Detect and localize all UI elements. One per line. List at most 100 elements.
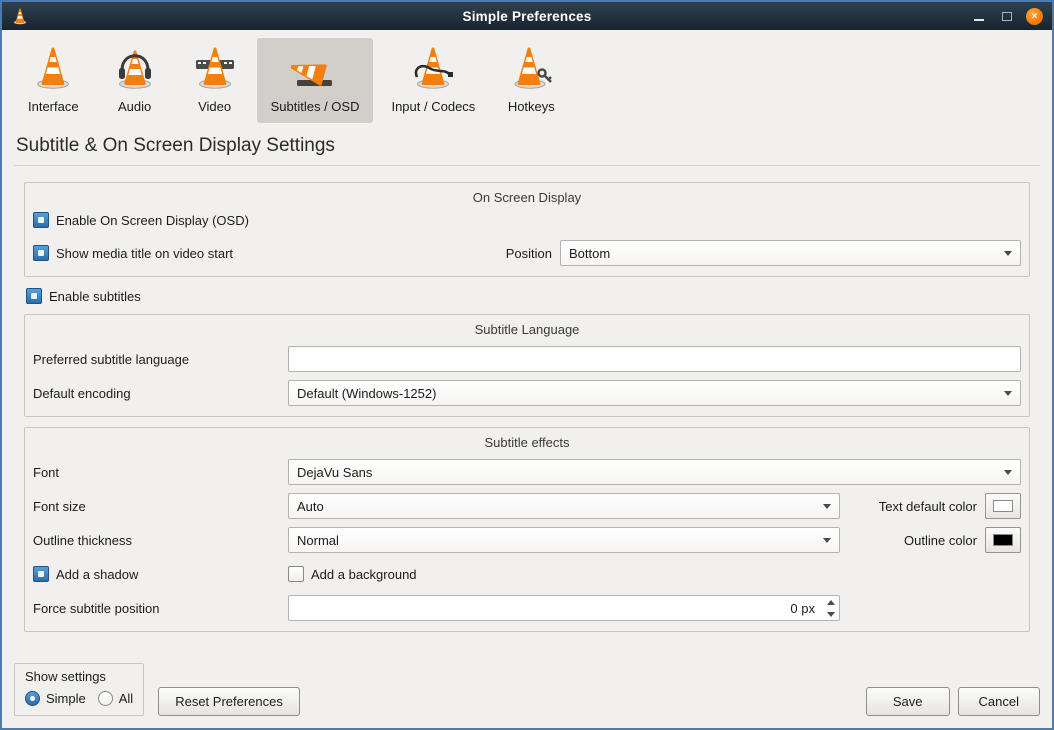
add-background-checkbox[interactable]: Add a background — [288, 566, 417, 582]
enable-subtitles-label: Enable subtitles — [49, 289, 141, 304]
enable-subtitles-checkbox[interactable]: Enable subtitles — [26, 288, 1030, 304]
dialog-buttons: Save Cancel — [866, 687, 1040, 716]
force-position-label: Force subtitle position — [33, 601, 288, 616]
default-encoding-row: Default encoding Default (Windows-1252) — [33, 380, 1021, 406]
font-size-label: Font size — [33, 499, 288, 514]
outline-color-swatch — [993, 534, 1013, 546]
checkbox-indicator — [33, 566, 49, 582]
show-settings-options: Simple All — [25, 691, 133, 706]
preferred-language-input[interactable] — [288, 346, 1021, 372]
toolbar-item-label: Interface — [28, 99, 79, 114]
font-size-row: Font size Auto Text default color — [33, 493, 1021, 519]
default-encoding-select[interactable]: Default (Windows-1252) — [288, 380, 1021, 406]
spin-up-button[interactable] — [822, 596, 839, 608]
toolbar-item-label: Hotkeys — [508, 99, 555, 114]
audio-cone-headphones-icon — [111, 43, 159, 94]
reset-preferences-button[interactable]: Reset Preferences — [158, 687, 300, 716]
osd-group: On Screen Display Enable On Screen Displ… — [24, 182, 1030, 277]
force-position-spinbox[interactable]: 0 px — [288, 595, 840, 621]
radio-indicator — [98, 691, 113, 706]
show-settings-title: Show settings — [25, 669, 133, 684]
checkbox-indicator — [33, 245, 49, 261]
add-background-label: Add a background — [311, 567, 417, 582]
toolbar-item-audio[interactable]: Audio — [97, 38, 173, 123]
footer: Show settings Simple All Reset Preferenc… — [2, 653, 1052, 728]
show-media-title-checkbox[interactable]: Show media title on video start — [33, 245, 233, 261]
input-codecs-cone-cable-icon — [409, 43, 457, 94]
outline-color-button[interactable] — [985, 527, 1021, 553]
show-settings-group: Show settings Simple All — [14, 663, 144, 716]
toolbar-item-subtitles-osd[interactable]: Subtitles / OSD — [257, 38, 374, 123]
chevron-down-icon — [1004, 391, 1012, 396]
toolbar-item-label: Audio — [118, 99, 151, 114]
enable-osd-label: Enable On Screen Display (OSD) — [56, 213, 249, 228]
add-shadow-checkbox[interactable]: Add a shadow — [33, 566, 138, 582]
spin-buttons — [822, 596, 839, 620]
outline-thickness-row: Outline thickness Normal Outline color — [33, 527, 1021, 553]
radio-simple-label: Simple — [46, 691, 86, 706]
checkbox-indicator — [288, 566, 304, 582]
close-button[interactable]: ✕ — [1026, 8, 1043, 25]
page-title: Subtitle & On Screen Display Settings — [16, 135, 1038, 157]
subtitle-effects-title: Subtitle effects — [33, 432, 1021, 451]
checkbox-indicator — [26, 288, 42, 304]
category-toolbar: Interface Audio — [2, 30, 1052, 123]
window-controls: ✕ — [970, 7, 1043, 25]
subtitle-language-group: Subtitle Language Preferred subtitle lan… — [24, 314, 1030, 417]
subtitles-tilted-cone-icon — [291, 43, 339, 94]
outline-thickness-label: Outline thickness — [33, 533, 288, 548]
radio-all[interactable]: All — [98, 691, 133, 706]
vlc-cone-icon — [11, 7, 29, 25]
titlebar[interactable]: Simple Preferences ✕ — [2, 2, 1052, 30]
osd-group-title: On Screen Display — [33, 187, 1021, 206]
chevron-down-icon — [1004, 251, 1012, 256]
maximize-button[interactable] — [998, 7, 1016, 25]
force-position-value: 0 px — [289, 601, 822, 616]
radio-all-label: All — [119, 691, 133, 706]
text-color-swatch — [993, 500, 1013, 512]
chevron-down-icon — [1004, 470, 1012, 475]
toolbar-item-label: Input / Codecs — [391, 99, 475, 114]
font-size-value: Auto — [297, 499, 815, 514]
position-select[interactable]: Bottom — [560, 240, 1021, 266]
window-title: Simple Preferences — [2, 9, 1052, 24]
subtitle-effects-group: Subtitle effects Font DejaVu Sans Font s… — [24, 427, 1030, 632]
radio-indicator — [25, 691, 40, 706]
toolbar-item-video[interactable]: Video — [177, 38, 253, 123]
enable-osd-checkbox[interactable]: Enable On Screen Display (OSD) — [33, 212, 249, 228]
font-select[interactable]: DejaVu Sans — [288, 459, 1021, 485]
font-size-select[interactable]: Auto — [288, 493, 840, 519]
settings-content: On Screen Display Enable On Screen Displ… — [2, 166, 1052, 632]
cancel-button[interactable]: Cancel — [958, 687, 1040, 716]
force-position-row: Force subtitle position 0 px — [33, 595, 1021, 621]
position-value: Bottom — [569, 246, 996, 261]
toolbar-item-interface[interactable]: Interface — [14, 38, 93, 123]
chevron-down-icon — [823, 504, 831, 509]
radio-simple[interactable]: Simple — [25, 691, 86, 706]
spin-down-icon — [827, 612, 835, 617]
checkbox-indicator — [33, 212, 49, 228]
minimize-icon — [974, 19, 984, 21]
outline-thickness-select[interactable]: Normal — [288, 527, 840, 553]
font-label: Font — [33, 465, 288, 480]
toolbar-item-input-codecs[interactable]: Input / Codecs — [377, 38, 489, 123]
close-icon: ✕ — [1031, 12, 1039, 21]
toolbar-item-label: Video — [198, 99, 231, 114]
shadow-background-row: Add a shadow Add a background — [33, 561, 1021, 587]
show-media-title-label: Show media title on video start — [56, 246, 233, 261]
preferences-window: Simple Preferences ✕ Interface — [0, 0, 1054, 730]
enable-osd-row: Enable On Screen Display (OSD) — [33, 208, 1021, 232]
media-title-row: Show media title on video start Position… — [33, 240, 1021, 266]
minimize-button[interactable] — [970, 7, 988, 25]
text-default-color-button[interactable] — [985, 493, 1021, 519]
toolbar-item-label: Subtitles / OSD — [271, 99, 360, 114]
outline-thickness-value: Normal — [297, 533, 815, 548]
toolbar-item-hotkeys[interactable]: Hotkeys — [493, 38, 569, 123]
add-shadow-label: Add a shadow — [56, 567, 138, 582]
outline-color-label: Outline color — [904, 533, 977, 548]
save-button[interactable]: Save — [866, 687, 950, 716]
spin-down-button[interactable] — [822, 608, 839, 620]
hotkeys-cone-key-icon — [507, 43, 555, 94]
shadow-col: Add a shadow — [33, 566, 288, 582]
text-default-color-label: Text default color — [879, 499, 977, 514]
